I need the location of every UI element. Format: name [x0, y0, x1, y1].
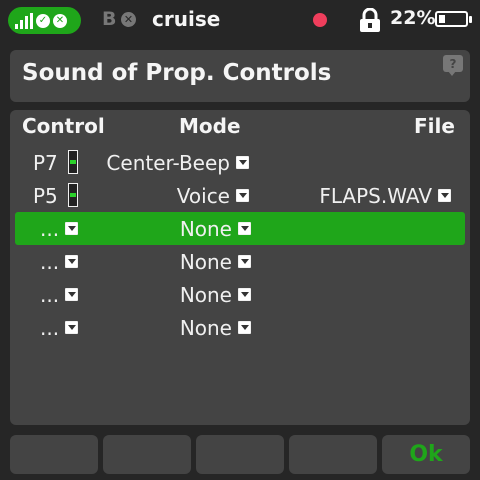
chevron-down-icon[interactable]	[238, 222, 251, 235]
chevron-down-icon[interactable]	[238, 255, 251, 268]
close-circle-icon: ✕	[53, 13, 67, 28]
chevron-down-icon[interactable]	[236, 189, 249, 202]
header-mode: Mode	[179, 114, 241, 138]
mode-value[interactable]: None	[180, 250, 232, 274]
model-prefix: B	[102, 8, 117, 30]
mode-value[interactable]: None	[180, 283, 232, 307]
chevron-down-icon[interactable]	[236, 156, 249, 169]
mode-value[interactable]: None	[180, 316, 232, 340]
control-select[interactable]: ...	[40, 217, 59, 241]
chevron-down-icon[interactable]	[238, 321, 251, 334]
model-name: cruise	[152, 7, 221, 31]
header-control: Control	[22, 114, 105, 138]
mode-value[interactable]: Center-Beep	[106, 151, 230, 175]
chevron-down-icon[interactable]	[65, 288, 78, 301]
battery-fill	[439, 15, 445, 23]
footer-button-1[interactable]	[10, 435, 98, 474]
lock-icon	[360, 8, 380, 32]
close-circle-icon: ✕	[121, 12, 136, 27]
gauge-fill	[70, 160, 76, 164]
control-label: P7	[33, 151, 58, 175]
chevron-down-icon[interactable]	[65, 321, 78, 334]
status-pill[interactable]: ✓ ✕	[8, 7, 81, 34]
chevron-down-icon[interactable]	[238, 288, 251, 301]
signal-bars-icon	[15, 12, 33, 29]
file-value[interactable]: FLAPS.WAV	[319, 184, 432, 208]
check-icon: ✓	[36, 13, 50, 28]
control-gauge	[68, 183, 78, 207]
footer-button-2[interactable]	[103, 435, 191, 474]
footer-button-4[interactable]	[289, 435, 377, 474]
ok-button[interactable]: Ok	[382, 435, 470, 474]
mode-value[interactable]: Voice	[177, 184, 230, 208]
chevron-down-icon[interactable]	[65, 222, 78, 235]
chevron-down-icon[interactable]	[438, 189, 451, 202]
control-gauge	[68, 150, 78, 174]
battery-icon	[435, 11, 472, 27]
gauge-fill	[70, 193, 76, 197]
control-label: P5	[33, 184, 58, 208]
control-select[interactable]: ...	[40, 316, 59, 340]
mode-value[interactable]: None	[180, 217, 232, 241]
battery-percent: 22%	[390, 7, 436, 29]
control-select[interactable]: ...	[40, 283, 59, 307]
chevron-down-icon[interactable]	[65, 255, 78, 268]
control-select[interactable]: ...	[40, 250, 59, 274]
header-file: File	[414, 114, 455, 138]
footer-button-3[interactable]	[196, 435, 284, 474]
record-indicator-icon	[313, 13, 327, 27]
help-icon[interactable]: ?	[443, 55, 463, 76]
page-title: Sound of Prop. Controls	[22, 60, 332, 86]
